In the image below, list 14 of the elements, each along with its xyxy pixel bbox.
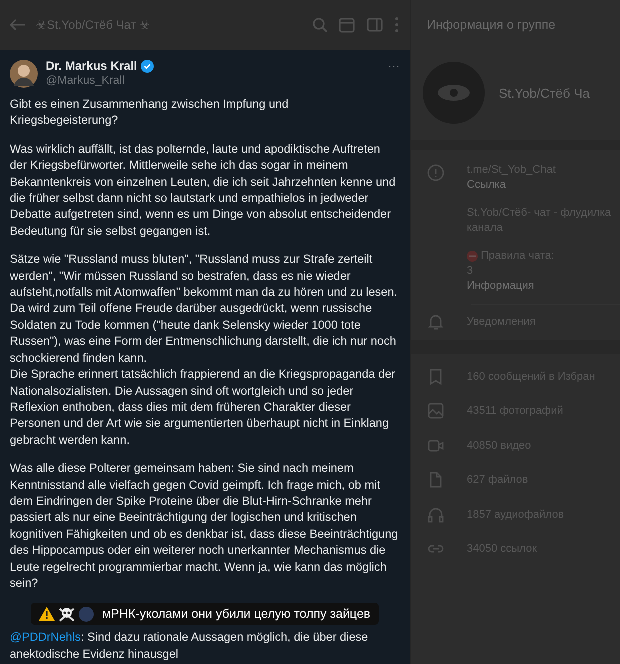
tweet-paragraph: Sätze wie "Russland muss bluten", "Russland muss zur Strafe zerteilt werden", "Wir müssen Russland so bestrafen, dass es nie wieder aufsteht,notfalls mit Atomwaffen" bekommt man da zu hören und zu lesen. Da wird zum Teil offene Freude darüber ausgedrückt, wenn russische Soldaten zu Tode kommen ("heute dank Selensky wieder 1000 tote Russen"), was eine Form der Entmenschlichung darstellt, die ich nur noch schockierend finden kann. Die Sprache erinnert tatsächlich frappierend an die Kriegspropaganda der Nationalsozialisten. Die Aussagen sind oft wortgleich und so jeder Reflexion enthoben, dass dies mit dem früheren Charakter dieser Personen und der Art wie sie argumentierten überhaupt nicht in Einklang gebracht werden kann. [10,251,399,448]
author-name: Dr. Markus Krall [46,59,138,74]
tweet-paragraph: Gibt es einen Zusammenhang zwischen Impfung und Kriegsbegeisterung? [10,96,290,129]
mention-link[interactable]: @PDDrNehls [10,630,81,644]
author-handle: @Markus_Krall [46,74,126,89]
quoted-text: @PDDrNehls: Sind dazu rationale Aussagen möglich, die über diese anektodische Evidenz hinausgel [10,629,370,662]
tweet-paragraph: Was alle diese Polterer gemeinsam haben: Sie sind nach meinem Kenntnisstand alle vielfach gegen Covid geimpft. Ich frage mich, ob mit dem Eindringen der Spike Proteine über die Blut-Hirn-Schranke mehr passiert als nur eine Beeinträchtigung der logischen und kritischen kognitiven Fähigkeiten und ob es denkbar ist, dass diese Beeinträchtigung des Hippocampus oder ein weiterer noch unerkannter Mechanismus die Leute regelrecht programmierbar macht. Wenn ja, wie kann das möglich sein? [10,460,400,592]
panel-title: Информация о группе [426,17,557,34]
tweet-paragraph: Was wirklich auffällt, ist das polternde, laute und apodiktische Auftreten der Kriegsbefürworter. Mittlerweile sehe ich das sogar in meinem Bekanntenkreis von einzelnen Leuten, die ich seit Jahrzehnten kenne und die früher selbst dann nicht so lautstark und empathielos in jedweder Debatte aufgetreten sind, wenn es um Dinge von absolut entscheidender Bedeutung für sie selbst gegangen ist. [10,140,397,240]
group-name: St.Yob/Стёб Ча [499,86,590,100]
caption-text: мРНК-уколами они убили целую толпу зайцев [102,606,371,624]
description-label: Информация [467,280,536,292]
more-icon[interactable]: ··· [388,58,400,74]
link-label: Ссылка [467,179,507,191]
